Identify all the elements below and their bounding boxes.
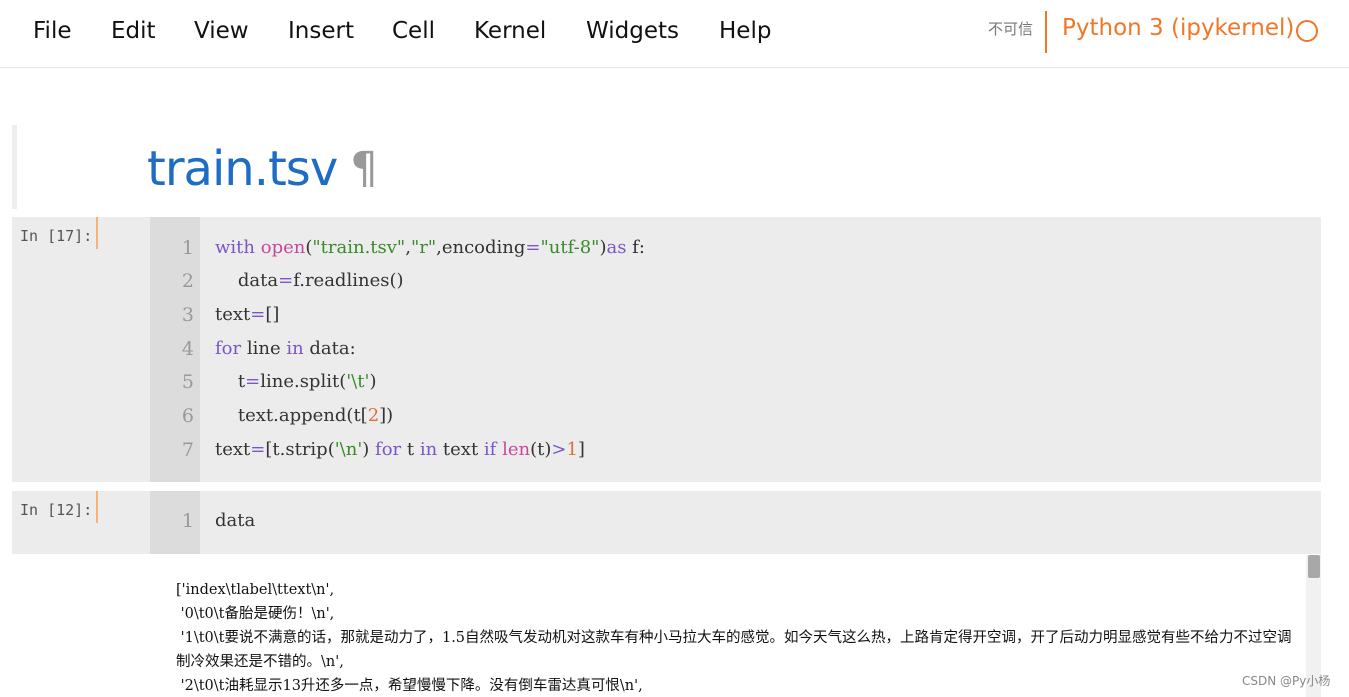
line-number: 3	[181, 304, 194, 326]
line-number-gutter: 1 2 3 4 5 6 7	[150, 217, 200, 482]
anchor-link-icon[interactable]: ¶	[350, 143, 378, 194]
kernel-name[interactable]: Python 3 (ipykernel)	[1062, 15, 1294, 41]
menu-file[interactable]: File	[33, 18, 72, 44]
watermark: CSDN @Py小杨	[1242, 674, 1331, 688]
line-number: 1	[181, 237, 194, 259]
code-line[interactable]: data=f.readlines()	[215, 270, 404, 291]
output-line: '2\t0\t油耗显示13升还多一点，希望慢慢下降。没有倒车雷达真可恨\n',	[176, 678, 643, 694]
line-number: 6	[181, 405, 194, 427]
code-line[interactable]: data	[215, 510, 255, 531]
kernel-idle-indicator-icon	[1296, 20, 1318, 42]
cell-output: ['index\tlabel\ttext\n', '0\t0\t备胎是硬伤！\n…	[176, 578, 1296, 697]
code-line[interactable]: text.append(t[2])	[215, 405, 393, 426]
menu-view[interactable]: View	[194, 18, 249, 44]
cell-marker	[96, 491, 98, 523]
input-prompt: In [17]:	[20, 227, 93, 245]
code-line[interactable]: with open("train.tsv","r",encoding="utf-…	[215, 237, 645, 258]
markdown-heading: train.tsv	[147, 141, 338, 197]
output-line: ['index\tlabel\ttext\n',	[176, 582, 335, 598]
code-line[interactable]: text=[]	[215, 304, 279, 325]
code-cell-1[interactable]: In [17]: 1 2 3 4 5 6 7 with open("train.…	[12, 217, 1321, 482]
menu-widgets[interactable]: Widgets	[586, 18, 679, 44]
code-cell-2[interactable]: In [12]: 1 data	[12, 491, 1321, 554]
menu-cell[interactable]: Cell	[392, 18, 435, 44]
output-scrollbar-thumb[interactable]	[1308, 555, 1320, 578]
cell-marker	[96, 217, 98, 249]
code-line[interactable]: t=line.split('\t')	[215, 371, 377, 392]
code-line[interactable]: for line in data:	[215, 338, 356, 359]
line-number: 1	[181, 510, 194, 532]
menu-kernel[interactable]: Kernel	[474, 18, 546, 44]
menu-bar: File Edit View Insert Cell Kernel Widget…	[0, 0, 1349, 68]
line-number-gutter: 1	[150, 491, 200, 554]
line-number: 5	[181, 371, 194, 393]
output-line: '1\t0\t要说不满意的话，那就是动力了，1.5自然吸气发动机对这款车有种小马…	[176, 630, 1292, 670]
trust-status[interactable]: 不可信	[988, 18, 1033, 39]
line-number: 4	[181, 338, 194, 360]
kernel-divider	[1045, 11, 1047, 53]
output-line: '0\t0\t备胎是硬伤！\n',	[176, 606, 335, 622]
menu-edit[interactable]: Edit	[111, 18, 156, 44]
input-prompt: In [12]:	[20, 501, 93, 519]
line-number: 2	[181, 270, 194, 292]
code-line[interactable]: text=[t.strip('\n') for t in text if len…	[215, 439, 585, 460]
menu-help[interactable]: Help	[719, 18, 771, 44]
menu-insert[interactable]: Insert	[288, 18, 354, 44]
line-number: 7	[181, 439, 194, 461]
